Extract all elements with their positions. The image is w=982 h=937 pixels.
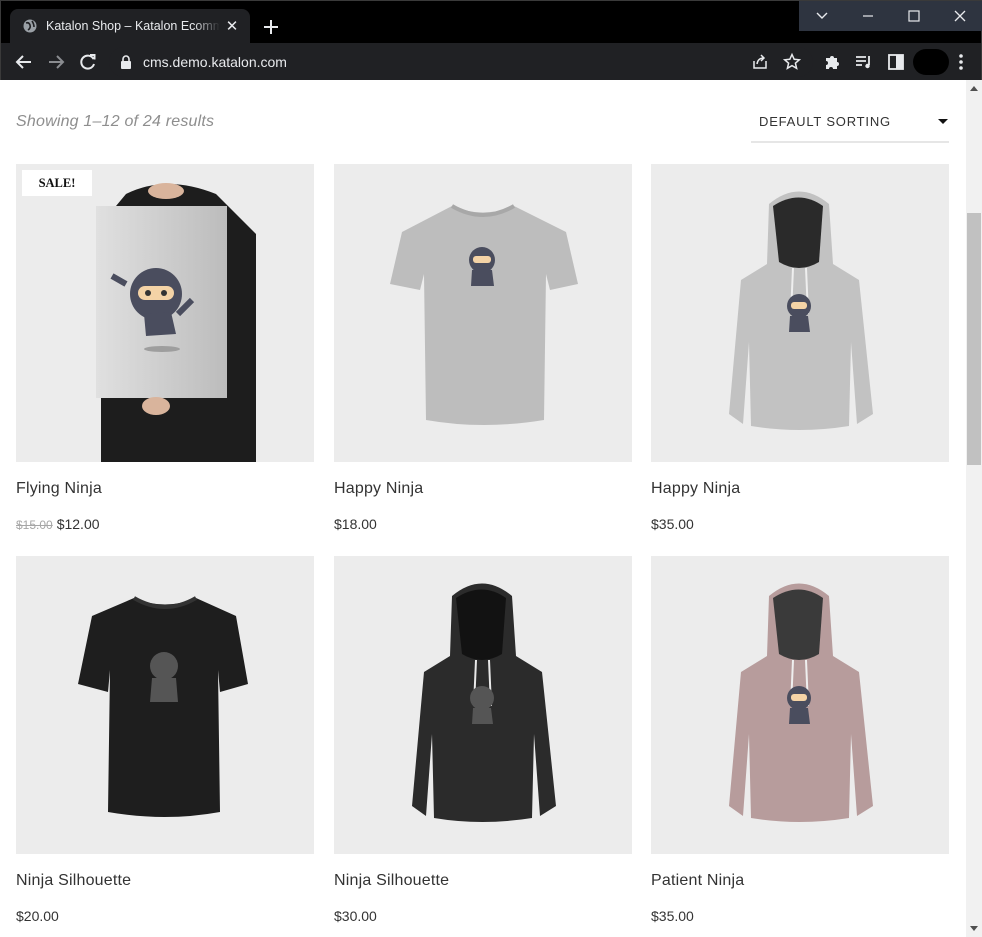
scroll-up-icon[interactable] <box>970 86 978 91</box>
caret-down-icon <box>938 119 948 124</box>
old-price: $15.00 <box>16 518 53 532</box>
more-vertical-icon[interactable] <box>951 52 971 72</box>
product-price: $30.00 <box>334 908 377 924</box>
tshirt-illustration <box>78 596 248 817</box>
tshirt-illustration <box>390 204 578 425</box>
product-name[interactable]: Ninja Silhouette <box>16 872 131 890</box>
reload-icon[interactable] <box>78 52 98 72</box>
address-bar[interactable]: cms.demo.katalon.com <box>109 47 813 77</box>
product-image[interactable] <box>16 556 314 854</box>
close-window-icon[interactable] <box>937 1 982 31</box>
maximize-icon[interactable] <box>891 1 937 31</box>
browser-chrome: Katalon Shop – Katalon Ecommerce ✕ <box>0 0 982 81</box>
chevron-down-icon[interactable] <box>799 1 845 31</box>
result-count: Showing 1–12 of 24 results <box>16 113 215 130</box>
hoodie-illustration <box>729 191 873 430</box>
product-image[interactable]: SALE! <box>16 164 314 462</box>
product-image[interactable] <box>334 164 632 462</box>
scrollbar-thumb[interactable] <box>967 213 981 465</box>
product-image[interactable] <box>651 164 949 462</box>
product-price: $15.00 $12.00 <box>16 516 100 532</box>
product-name[interactable]: Patient Ninja <box>651 872 744 890</box>
product-image[interactable] <box>651 556 949 854</box>
tab-bar: Katalon Shop – Katalon Ecommerce ✕ <box>1 1 982 43</box>
sorting-select[interactable]: Default sorting <box>751 103 949 143</box>
star-icon[interactable] <box>782 52 802 72</box>
product-price: $18.00 <box>334 516 377 532</box>
hoodie-illustration <box>412 583 556 822</box>
product-name[interactable]: Flying Ninja <box>16 480 102 498</box>
poster-illustration <box>96 183 256 462</box>
product-price: $20.00 <box>16 908 59 924</box>
globe-icon <box>23 19 37 33</box>
product-image[interactable] <box>334 556 632 854</box>
page-content: Showing 1–12 of 24 results Default sorti… <box>0 80 966 937</box>
back-arrow-icon[interactable] <box>14 52 34 72</box>
browser-tab[interactable]: Katalon Shop – Katalon Ecommerce ✕ <box>10 9 250 43</box>
sale-badge: SALE! <box>22 170 92 196</box>
scroll-down-icon[interactable] <box>970 926 978 931</box>
side-panel-icon[interactable] <box>886 52 906 72</box>
avatar[interactable] <box>913 49 949 75</box>
sale-price: $12.00 <box>56 516 100 532</box>
lock-icon[interactable] <box>120 55 132 69</box>
share-icon[interactable] <box>750 52 770 72</box>
product-price: $35.00 <box>651 516 694 532</box>
minimize-icon[interactable] <box>845 1 891 31</box>
browser-toolbar: cms.demo.katalon.com <box>1 43 981 81</box>
product-name[interactable]: Happy Ninja <box>334 480 423 498</box>
puzzle-icon[interactable] <box>822 52 842 72</box>
product-name[interactable]: Happy Ninja <box>651 480 740 498</box>
product-price: $35.00 <box>651 908 694 924</box>
forward-arrow-icon[interactable] <box>46 52 66 72</box>
sorting-label: Default sorting <box>759 114 891 129</box>
hoodie-illustration <box>729 583 873 822</box>
plus-icon[interactable] <box>259 15 283 39</box>
tab-title: Katalon Shop – Katalon Ecommerce <box>46 19 220 33</box>
product-name[interactable]: Ninja Silhouette <box>334 872 449 890</box>
page-scrollbar[interactable] <box>966 80 982 937</box>
media-list-icon[interactable] <box>854 52 874 72</box>
close-icon[interactable]: ✕ <box>224 17 240 35</box>
url-text[interactable]: cms.demo.katalon.com <box>143 54 287 70</box>
